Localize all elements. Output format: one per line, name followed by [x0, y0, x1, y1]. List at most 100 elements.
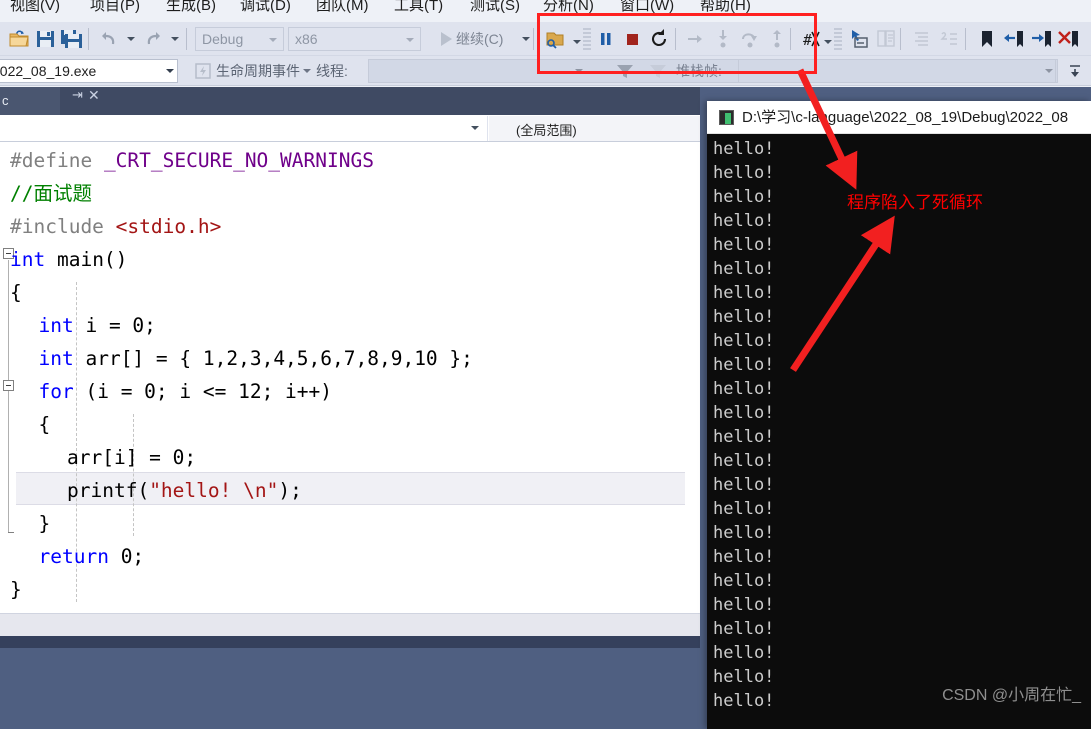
undo-icon[interactable]	[96, 26, 122, 52]
menu-item-6[interactable]: 测试(S)	[470, 0, 520, 17]
editor-vertical-scrollbar[interactable]	[685, 142, 700, 613]
continue-dropdown-caret-icon[interactable]	[522, 37, 530, 41]
prev-bookmark-icon[interactable]	[1001, 26, 1027, 52]
menu-item-0[interactable]: 视图(V)	[10, 0, 60, 17]
nav-scope-dropdown[interactable]: (全局范围)	[489, 116, 700, 141]
code-line[interactable]: int main()	[10, 243, 127, 276]
thread-caret-icon[interactable]	[575, 69, 583, 73]
console-window[interactable]: D:\学习\c-language\2022_08_19\Debug\2022_0…	[707, 101, 1091, 729]
redo-icon[interactable]	[140, 26, 166, 52]
console-output-line: hello!	[713, 451, 775, 471]
continue-play-icon[interactable]	[432, 26, 458, 52]
nav-type-dropdown[interactable]	[0, 116, 488, 141]
code-line[interactable]: printf("hello! \n");	[67, 474, 302, 507]
console-title: D:\学习\c-language\2022_08_19\Debug\2022_0…	[742, 109, 1069, 126]
console-output-line: hello!	[713, 619, 775, 639]
code-line[interactable]: int i = 0;	[39, 309, 156, 342]
toolbar-overflow-icon[interactable]	[1068, 62, 1082, 85]
console-output-line: hello!	[713, 187, 775, 207]
console-output-line: hello!	[713, 475, 775, 495]
console-output-line: hello!	[713, 403, 775, 423]
pin-icon[interactable]: ⇥	[72, 87, 83, 103]
code-line[interactable]: arr[i] = 0;	[67, 441, 196, 474]
attach-dropdown-caret-icon[interactable]	[573, 40, 581, 44]
code-line[interactable]: for (i = 0; i <= 12; i++)	[39, 375, 333, 408]
lifecycle-events-icon	[190, 58, 216, 84]
tab-label: c	[2, 93, 9, 108]
outdent-icon	[936, 26, 962, 52]
console-output-line: hello!	[713, 259, 775, 279]
tab-source-file[interactable]: c	[0, 87, 60, 115]
console-output-line: hello!	[713, 331, 775, 351]
menu-item-7[interactable]: 分析(N)	[543, 0, 594, 17]
filter-icon[interactable]	[612, 58, 638, 84]
attach-to-process-icon[interactable]	[543, 26, 569, 52]
close-icon[interactable]: ✕	[88, 87, 100, 104]
menu-item-8[interactable]: 窗口(W)	[620, 0, 674, 17]
code-editor[interactable]: #define _CRT_SECURE_NO_WARNINGS//面试题 #inc…	[0, 142, 700, 613]
code-line[interactable]: #define _CRT_SECURE_NO_WARNINGS	[10, 144, 374, 177]
menu-item-5[interactable]: 工具(T)	[394, 0, 443, 17]
console-output-line: hello!	[713, 307, 775, 327]
code-line[interactable]: #include <stdio.h>	[10, 210, 221, 243]
indent-icon	[908, 26, 934, 52]
solution-configuration-value: Debug	[202, 31, 244, 47]
step-over-icon	[737, 26, 763, 52]
watermark: CSDN @小周在忙_	[942, 687, 1081, 704]
toolbar-gripper[interactable]	[583, 28, 591, 50]
clear-bookmarks-icon[interactable]	[1056, 26, 1082, 52]
stop-icon[interactable]	[619, 26, 645, 52]
console-title-bar[interactable]: D:\学习\c-language\2022_08_19\Debug\2022_0…	[707, 101, 1091, 134]
console-output: hello! hello! hello! hello! hello! hello! hell…	[707, 134, 1091, 729]
save-all-icon[interactable]	[59, 26, 85, 52]
code-line[interactable]: {	[10, 276, 22, 309]
undo-dropdown-caret-icon[interactable]	[127, 37, 135, 41]
process-caret-icon[interactable]	[166, 69, 174, 73]
code-line[interactable]: int arr[] = { 1,2,3,4,5,6,7,8,9,10 };	[39, 342, 473, 375]
hex-dropdown-caret-icon[interactable]	[824, 40, 832, 44]
code-line[interactable]: //面试题	[10, 177, 92, 210]
status-bar	[0, 648, 700, 729]
solution-configuration-combo[interactable]: Debug	[195, 27, 284, 51]
console-output-line: hello!	[713, 643, 775, 663]
console-output-line: hello!	[713, 355, 775, 375]
menu-item-1[interactable]: 项目(P)	[90, 0, 140, 17]
continue-label[interactable]: 继续(C)	[456, 22, 503, 56]
solution-platform-combo[interactable]: x86	[288, 27, 421, 51]
code-line[interactable]: return 0;	[39, 540, 145, 573]
fold-marker-for[interactable]	[3, 380, 14, 391]
process-value: 2022_08_19.exe	[0, 63, 97, 79]
select-window-icon[interactable]	[846, 26, 872, 52]
toolbar-gripper-2[interactable]	[834, 28, 842, 50]
console-output-line: hello!	[713, 571, 775, 591]
debug-location-toolbar: 2022_08_19.exe 生命周期事件 线程: 堆栈帧:	[0, 56, 1091, 86]
lifecycle-events-label[interactable]: 生命周期事件	[216, 56, 300, 86]
restart-icon[interactable]	[646, 26, 672, 52]
code-line[interactable]: }	[10, 573, 22, 606]
save-icon[interactable]	[33, 26, 59, 52]
menu-item-4[interactable]: 团队(M)	[316, 0, 369, 17]
code-line[interactable]: {	[39, 408, 51, 441]
stackframe-caret-icon[interactable]	[1045, 69, 1053, 73]
console-output-line: hello!	[713, 691, 775, 711]
pause-icon[interactable]	[593, 26, 619, 52]
nav-scope-value: (全局范围)	[516, 123, 577, 138]
step-into-icon	[710, 26, 736, 52]
stackframe-combo[interactable]	[738, 59, 1056, 83]
bookmark-icon[interactable]	[974, 26, 1000, 52]
lifecycle-caret-icon[interactable]	[303, 69, 311, 73]
open-folder-icon[interactable]	[6, 26, 32, 52]
console-output-line: hello!	[713, 547, 775, 567]
filter-all-icon	[645, 58, 671, 84]
console-output-line: hello!	[713, 595, 775, 615]
editor-bottom-strip	[0, 613, 700, 636]
menu-item-2[interactable]: 生成(B)	[166, 0, 216, 17]
process-combo[interactable]: 2022_08_19.exe	[0, 59, 178, 83]
redo-dropdown-caret-icon[interactable]	[171, 37, 179, 41]
next-bookmark-icon[interactable]	[1028, 26, 1054, 52]
menu-item-9[interactable]: 帮助(H)	[700, 0, 751, 17]
menu-item-3[interactable]: 调试(D)	[240, 0, 291, 17]
hexadecimal-display-icon[interactable]: #	[798, 26, 824, 52]
red-annotation-text: 程序陷入了死循环	[847, 193, 983, 212]
code-line[interactable]: }	[39, 507, 51, 540]
